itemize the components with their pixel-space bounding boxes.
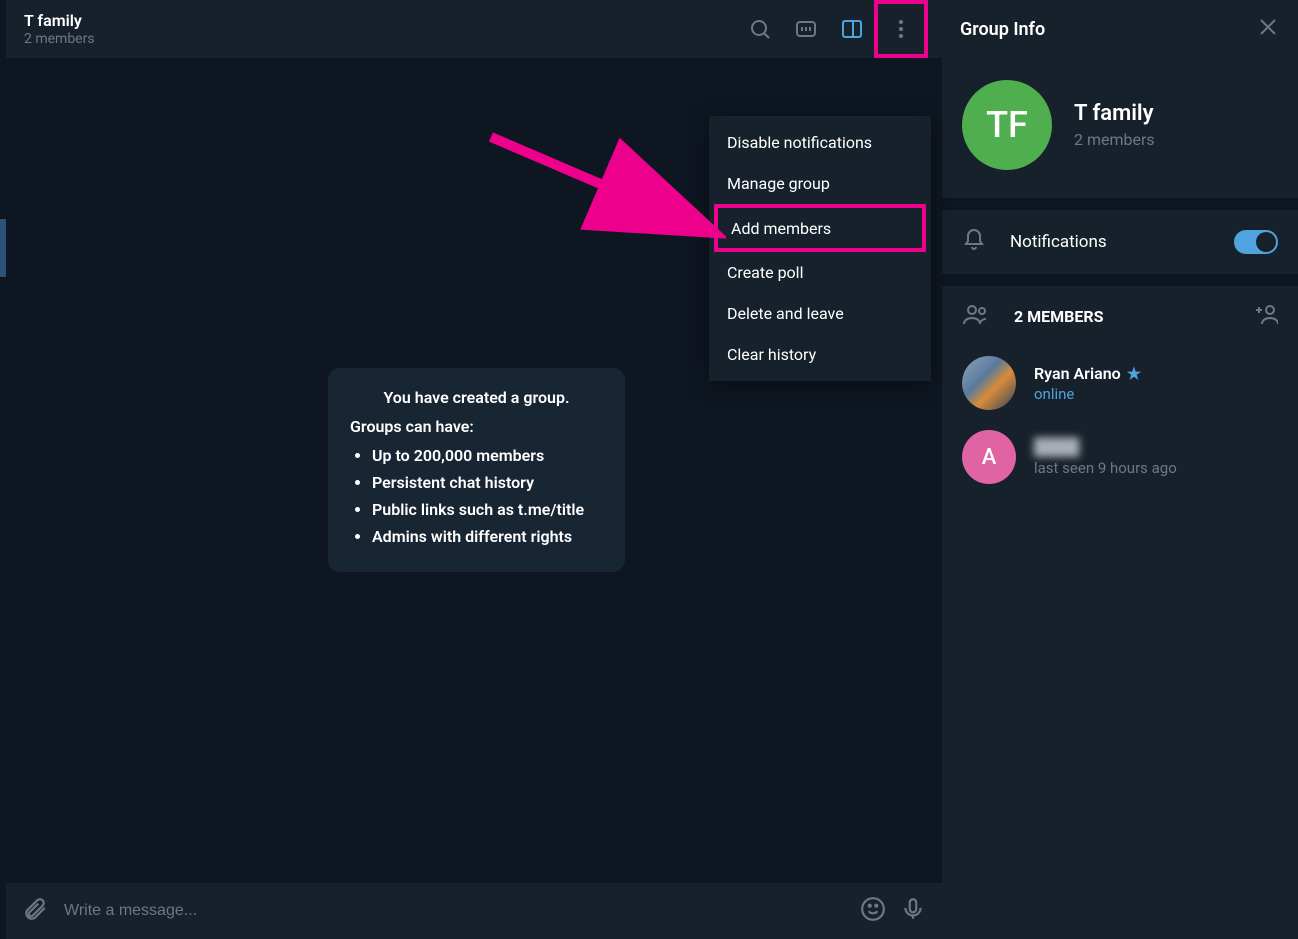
menu-manage-group[interactable]: Manage group	[709, 163, 931, 204]
group-profile[interactable]: TF T family 2 members	[942, 58, 1298, 198]
member-status: last seen 9 hours ago	[1034, 459, 1177, 477]
hint-subtitle: Groups can have:	[350, 417, 603, 436]
menu-create-poll[interactable]: Create poll	[709, 252, 931, 293]
members-count-label: 2 MEMBERS	[1014, 307, 1226, 326]
chat-name: T family	[24, 11, 736, 30]
members-icon	[962, 302, 990, 330]
menu-delete-leave[interactable]: Delete and leave	[709, 293, 931, 334]
member-name: Ryan Ariano★	[1034, 364, 1141, 383]
notifications-row[interactable]: Notifications	[942, 210, 1298, 274]
member-status: online	[1034, 385, 1141, 403]
admin-star-icon: ★	[1127, 364, 1141, 383]
notifications-toggle[interactable]	[1234, 230, 1278, 254]
menu-add-members[interactable]: Add members	[714, 204, 926, 252]
message-composer	[6, 883, 942, 939]
member-avatar: A	[962, 430, 1016, 484]
emoji-icon[interactable]	[860, 896, 886, 926]
members-section: 2 MEMBERS Ryan Ariano★ online A ████ las…	[942, 286, 1298, 939]
panel-title: Group Info	[960, 19, 1045, 40]
member-name-redacted: ████	[1034, 437, 1177, 457]
menu-clear-history[interactable]: Clear history	[709, 334, 931, 375]
hint-title: You have created a group.	[350, 388, 603, 407]
message-input[interactable]	[62, 901, 846, 921]
group-member-count: 2 members	[1074, 130, 1155, 149]
annotation-highlight-more	[874, 0, 928, 58]
hint-bullet: Up to 200,000 members	[372, 442, 603, 469]
video-chat-icon[interactable]	[786, 9, 826, 49]
group-intro-card: You have created a group. Groups can hav…	[328, 368, 625, 572]
group-avatar: TF	[962, 80, 1052, 170]
hint-bullet: Public links such as t.me/title	[372, 496, 603, 523]
chat-body: You have created a group. Groups can hav…	[6, 58, 942, 883]
close-icon[interactable]	[1256, 15, 1280, 43]
add-member-icon[interactable]	[1250, 302, 1278, 330]
group-name: T family	[1074, 101, 1155, 126]
chat-header: T family 2 members	[6, 0, 942, 58]
attach-icon[interactable]	[22, 896, 48, 926]
more-options-dropdown: Disable notifications Manage group Add m…	[709, 116, 931, 381]
more-options-icon[interactable]	[881, 9, 921, 49]
annotation-arrow-icon	[486, 132, 726, 262]
chat-subtitle: 2 members	[24, 31, 736, 47]
search-icon[interactable]	[740, 9, 780, 49]
hint-bullet: Admins with different rights	[372, 523, 603, 550]
hint-bullet: Persistent chat history	[372, 469, 603, 496]
menu-disable-notifications[interactable]: Disable notifications	[709, 122, 931, 163]
microphone-icon[interactable]	[900, 896, 926, 926]
member-row[interactable]: Ryan Ariano★ online	[942, 346, 1298, 420]
member-avatar	[962, 356, 1016, 410]
bell-icon	[962, 228, 986, 256]
chat-title-area[interactable]: T family 2 members	[20, 11, 736, 47]
sidepanel-toggle-icon[interactable]	[832, 9, 872, 49]
panel-header: Group Info	[942, 0, 1298, 58]
group-info-panel: Group Info TF T family 2 members Notific…	[942, 0, 1298, 939]
notifications-label: Notifications	[1010, 232, 1210, 252]
member-row[interactable]: A ████ last seen 9 hours ago	[942, 420, 1298, 494]
